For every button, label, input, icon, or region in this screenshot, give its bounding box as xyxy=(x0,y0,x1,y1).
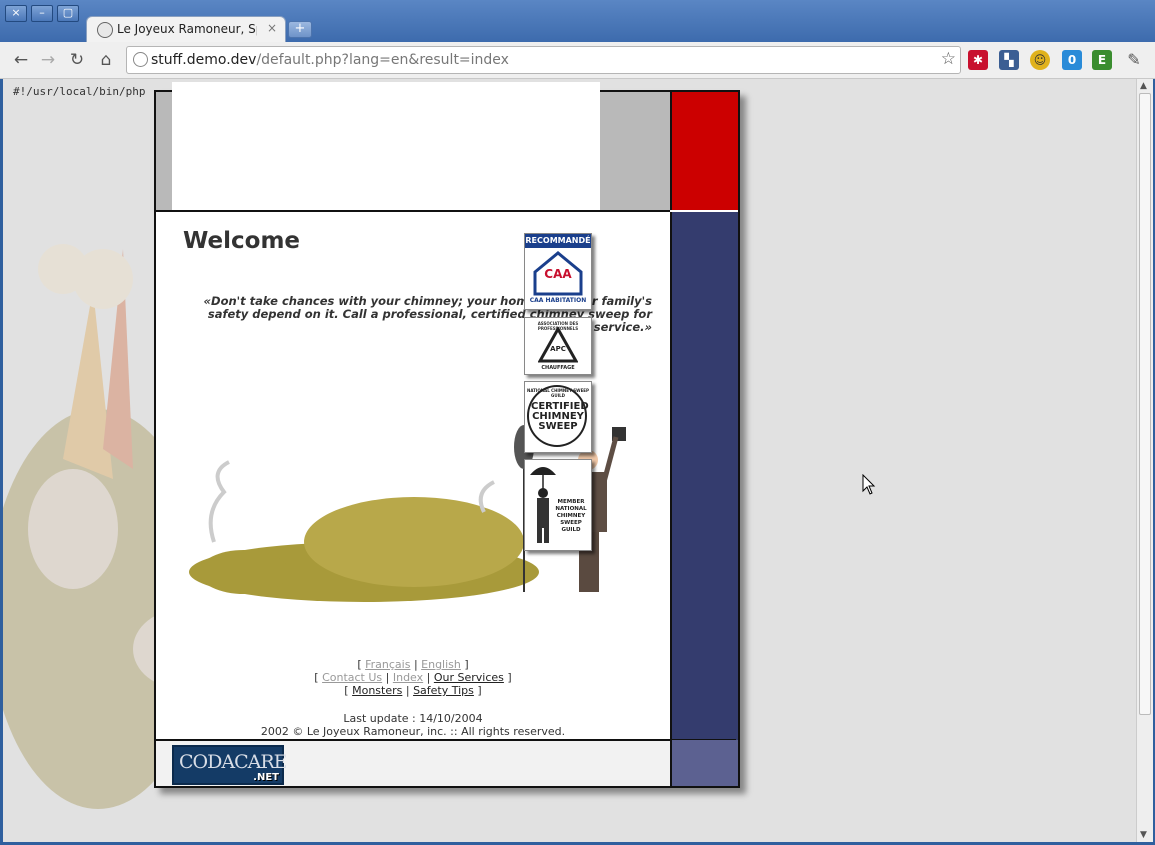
codacare-logo-text: CODACARE xyxy=(179,751,288,773)
apc-badge[interactable]: ASSOCIATION DES PROFESSIONNELS APC CHAUF… xyxy=(524,317,592,375)
csia-main-text: CERTIFIED CHIMNEY SWEEP xyxy=(531,401,589,432)
ncsg-text: MEMBER NATIONAL CHIMNEY SWEEP GUILD xyxy=(555,499,587,533)
delicious-icon[interactable]: ▚ xyxy=(999,50,1019,70)
page-title: Welcome xyxy=(183,228,301,254)
page-viewport: #!/usr/local/bin/php Welcome «Don't take… xyxy=(3,79,1136,842)
nav-row-main: [ Contact Us | Index | Our Services ] xyxy=(314,671,512,684)
page-icon xyxy=(133,52,148,67)
window-close-button[interactable]: × xyxy=(5,5,27,22)
scroll-up-arrow-icon[interactable]: ▲ xyxy=(1140,81,1147,91)
window-minimize-button[interactable]: – xyxy=(31,5,53,22)
csia-top-text: NATIONAL CHIMNEY SWEEP GUILD xyxy=(527,388,589,398)
footer-right-block xyxy=(670,740,738,786)
ghost-icon[interactable]: 0 xyxy=(1062,50,1082,70)
new-tab-button[interactable]: + xyxy=(288,21,312,38)
caa-logo-text: CAA xyxy=(544,267,572,281)
site-navigation: [ Français | English ] [ Contact Us | In… xyxy=(156,658,670,697)
certified-chimney-sweep-badge[interactable]: NATIONAL CHIMNEY SWEEP GUILD CERTIFIED C… xyxy=(524,381,592,453)
link-contact-us[interactable]: Contact Us xyxy=(322,671,382,684)
bookmark-star-icon[interactable]: ☆ xyxy=(941,49,956,69)
wrench-icon[interactable]: ✎ xyxy=(1124,50,1144,70)
site-frame: Welcome «Don't take chances with your ch… xyxy=(154,82,740,788)
window-maximize-button[interactable]: ▢ xyxy=(57,5,79,22)
caa-habitation-badge[interactable]: RECOMMANDÉ CAA CAA HABITATION xyxy=(524,233,592,310)
reload-icon[interactable]: ↻ xyxy=(66,49,88,71)
apc-logo-text: APC xyxy=(550,345,566,353)
link-safety-tips[interactable]: Safety Tips xyxy=(413,684,474,697)
scroll-down-arrow-icon[interactable]: ▼ xyxy=(1140,830,1147,840)
evernote-icon[interactable]: E xyxy=(1092,50,1112,70)
home-icon[interactable]: ⌂ xyxy=(95,49,117,71)
scrollbar-thumb[interactable] xyxy=(1139,93,1151,715)
tab-close-icon[interactable]: × xyxy=(267,21,277,35)
link-francais[interactable]: Français xyxy=(365,658,410,671)
back-arrow-icon[interactable]: ← xyxy=(10,49,32,71)
caa-sub-text: CAA HABITATION xyxy=(529,297,587,304)
last-update: Last update : 14/10/2004 xyxy=(343,712,483,725)
header-red-block xyxy=(670,92,738,210)
apc-sub-text: CHAUFFAGE xyxy=(541,365,575,371)
link-our-services[interactable]: Our Services xyxy=(434,671,504,684)
vertical-scrollbar[interactable]: ▲ ▼ xyxy=(1136,79,1153,842)
link-monsters[interactable]: Monsters xyxy=(352,684,402,697)
nav-row-extra: [ Monsters | Safety Tips ] xyxy=(344,684,482,697)
badge-sidebar xyxy=(670,212,738,740)
header-divider xyxy=(156,210,670,212)
nav-row-languages: [ Français | English ] xyxy=(357,658,469,671)
browser-tab[interactable]: Le Joyeux Ramoneur, Spéc × xyxy=(86,16,286,43)
lastpass-icon[interactable]: ✱ xyxy=(968,50,988,70)
ncsg-member-badge[interactable]: MEMBER NATIONAL CHIMNEY SWEEP GUILD xyxy=(524,459,592,551)
caa-recommande-text: RECOMMANDÉ xyxy=(525,236,591,245)
shebang-text: #!/usr/local/bin/php xyxy=(13,85,146,98)
copyright: 2002 © Le Joyeux Ramoneur, inc. :: All r… xyxy=(260,725,566,738)
browser-titlebar: × – ▢ Le Joyeux Ramoneur, Spéc × + xyxy=(0,0,1155,43)
mouse-cursor-icon xyxy=(862,474,876,495)
header-banner xyxy=(172,82,600,212)
browser-toolbar: ← → ↻ ⌂ stuff.demo.dev/default.php?lang=… xyxy=(0,42,1155,79)
link-index[interactable]: Index xyxy=(393,671,423,684)
address-url: stuff.demo.dev/default.php?lang=en&resul… xyxy=(151,52,509,68)
address-bar[interactable]: stuff.demo.dev/default.php?lang=en&resul… xyxy=(126,46,961,74)
codacare-logo[interactable]: CODACARE .NET xyxy=(172,745,288,785)
link-english[interactable]: English xyxy=(421,658,461,671)
forward-arrow-icon[interactable]: → xyxy=(37,49,59,71)
globe-icon xyxy=(97,22,113,38)
codacare-logo-suffix: .NET xyxy=(253,772,279,783)
smiley-icon[interactable]: ☺ xyxy=(1030,50,1050,70)
footer-text: Last update : 14/10/2004 2002 © Le Joyeu… xyxy=(156,712,670,738)
tab-title: Le Joyeux Ramoneur, Spéc xyxy=(117,22,257,36)
